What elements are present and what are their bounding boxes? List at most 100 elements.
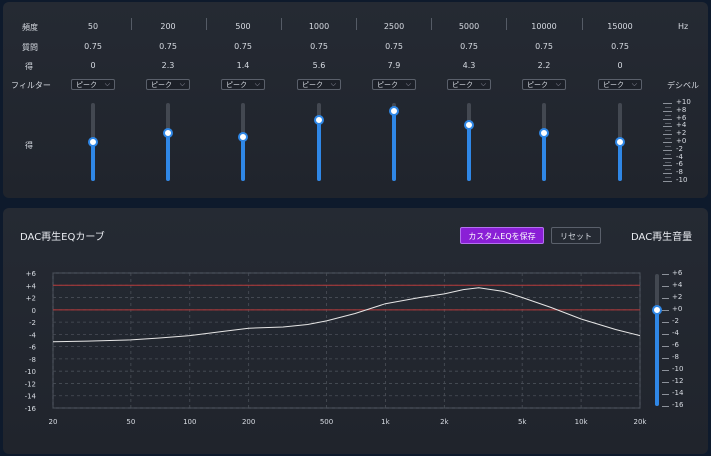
y-tick-label: -6 [29,344,37,352]
chevron-down-icon: ⌵ [104,80,110,88]
band-filter-select[interactable]: ピーク ⌵ [221,79,265,90]
band-gain-slider-thumb[interactable] [539,128,549,139]
volume-scale-tick [662,406,669,407]
x-tick-label: 20 [49,418,58,426]
volume-scale-label: +2 [672,293,683,301]
volume-scale-tick [662,346,669,347]
band-gain: 0 [617,61,623,70]
band-gain-slider-thumb[interactable] [314,115,324,126]
db-scale-minor-tick [665,169,671,171]
band-gain-slider-fill [241,136,245,181]
band-filter-select[interactable]: ピーク ⌵ [71,79,115,90]
band-filter-select[interactable]: ピーク ⌵ [447,79,491,90]
band-q: 0.75 [310,42,328,51]
eq-curve-panel: DAC再生EQカーブ カスタムEQを保存 リセット DAC再生音量 +6 +4 +2… [3,208,708,454]
volume-scale-label: -14 [672,389,684,397]
volume-scale-label: -8 [672,353,679,361]
q-row-label: 質問 [22,43,38,52]
band-gain-slider-fill [392,111,396,181]
band-filter-value: ピーク [377,81,398,89]
db-unit-label: デシベル [667,81,699,90]
band-freq: 200 [160,22,176,31]
db-scale-minor-tick [665,145,671,147]
db-scale-minor-tick [665,106,671,108]
chevron-down-icon: ⌵ [631,80,637,88]
db-scale-minor-tick [665,114,671,116]
db-scale-tick [663,173,672,175]
band-gain-slider-fill [166,133,170,181]
plot-frame [52,272,641,409]
band-gain: 5.6 [312,61,326,70]
volume-scale-tick [662,310,669,311]
column-separator [131,18,132,30]
band-gain-slider-thumb[interactable] [464,120,474,131]
db-scale-label: -4 [676,152,683,161]
eq-band-panel: 頻度 質問 得 フィルター 得 Hz デシベル 50 0.75 0 ピーク ⌵ 200 0.… [3,2,708,198]
db-scale-label: -2 [676,144,683,153]
eq-curve-chart: +6 +4 +2 0 -2 -4 -6 -8 -10 -12 -14 -16 20 50 100 200 500… [25,270,648,426]
band-gain-slider-thumb[interactable] [389,106,399,117]
band-gain-slider-fill [317,120,321,181]
band-gain: 0 [90,61,96,70]
db-scale-label: -8 [676,168,683,177]
volume-scale-tick [662,394,669,395]
band-filter-value: ピーク [452,81,473,89]
db-scale-label: +4 [676,121,687,130]
band-filter-select[interactable]: ピーク ⌵ [146,79,190,90]
y-tick-label: -2 [29,319,36,327]
band-freq: 10000 [531,22,557,31]
chevron-down-icon: ⌵ [254,80,260,88]
band-gain-slider-fill [467,125,471,181]
band-filter-select[interactable]: ピーク ⌵ [598,79,642,90]
band-gain: 4.3 [462,61,476,70]
db-scale-tick [663,134,672,136]
db-scale-minor-tick [665,161,671,163]
freq-row-label: 頻度 [22,23,38,32]
db-scale-label: +0 [676,137,687,145]
band-gain-slider-thumb[interactable] [163,128,173,139]
band-filter-value: ピーク [527,81,548,89]
db-scale-label: -10 [676,176,688,184]
column-separator [356,18,357,30]
db-scale-minor-tick [665,138,671,140]
volume-scale-tick [662,298,669,299]
volume-slider-thumb[interactable] [652,305,662,315]
x-tick-label: 5k [518,418,527,426]
band-gain: 7.9 [387,61,401,70]
band-freq: 2500 [383,22,405,31]
chevron-down-icon: ⌵ [405,80,411,88]
x-tick-label: 2k [440,418,449,426]
chevron-down-icon: ⌵ [179,80,185,88]
db-scale-minor-tick [665,177,671,179]
band-gain-slider-thumb[interactable] [238,131,248,142]
band-gain: 2.3 [161,61,175,70]
db-scale-tick [663,126,672,128]
db-scale-minor-tick [665,122,671,124]
volume-scale-label: +4 [672,281,683,289]
eq-curve-line [52,287,641,343]
band-gain-slider-thumb[interactable] [615,137,625,147]
band-filter-select[interactable]: ピーク ⌵ [297,79,341,90]
volume-scale-label: +6 [672,269,683,277]
chevron-down-icon: ⌵ [330,80,336,88]
band-freq: 1000 [308,22,330,31]
db-scale-tick [663,142,672,143]
band-filter-value: ピーク [151,81,172,89]
band-q: 0.75 [385,42,403,51]
x-tick-label: 500 [320,418,333,426]
db-scale-tick [663,181,672,182]
column-separator [431,18,432,30]
y-tick-label: -16 [25,405,37,413]
band-gain-slider-fill [542,133,546,181]
db-scale-minor-tick [665,153,671,155]
db-scale-tick [663,165,672,167]
band-filter-select[interactable]: ピーク ⌵ [522,79,566,90]
band-filter-select[interactable]: ピーク ⌵ [372,79,416,90]
band-gain-slider-thumb[interactable] [88,137,98,147]
band-q: 0.75 [84,42,102,51]
band-gain: 1.4 [236,61,250,70]
volume-scale-label: -12 [672,377,684,385]
band-q: 0.75 [460,42,478,51]
volume-scale-label: -16 [672,401,684,409]
band-freq: 500 [235,22,251,31]
